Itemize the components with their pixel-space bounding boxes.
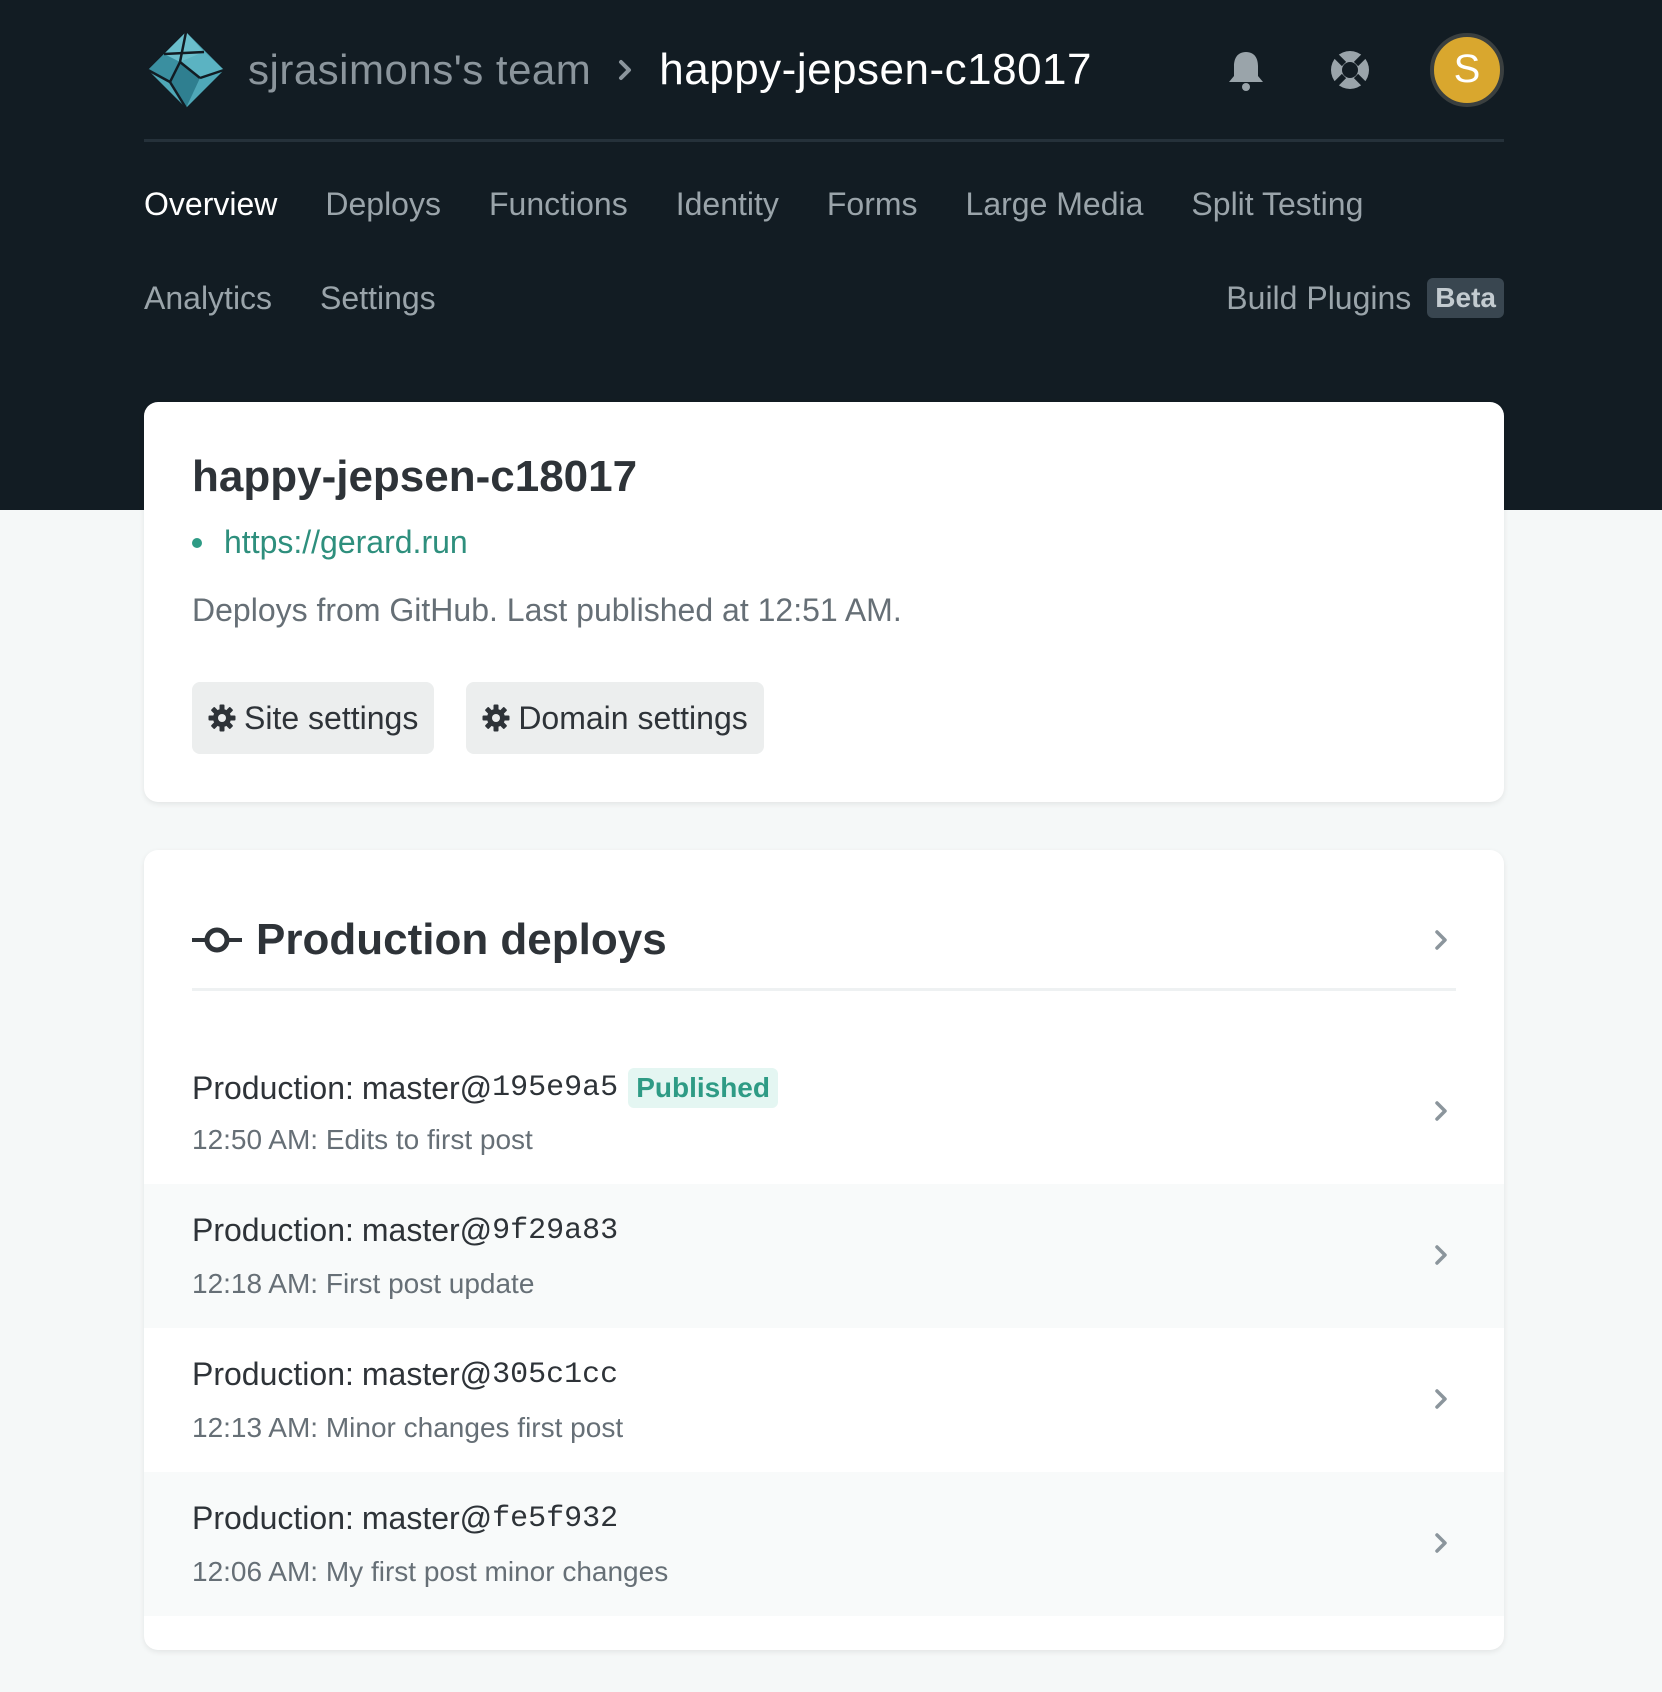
deploy-row[interactable]: Production: master@ 305c1cc 12:13 AM: Mi…: [144, 1328, 1504, 1472]
deploy-row[interactable]: Production: master@ 9f29a83 12:18 AM: Fi…: [144, 1184, 1504, 1328]
tab-settings[interactable]: Settings: [320, 280, 436, 317]
production-deploys-header[interactable]: Production deploys: [192, 892, 1456, 991]
netlify-logo-icon[interactable]: [144, 28, 228, 112]
chevron-right-icon: [1426, 1384, 1456, 1414]
deploy-sha: 305c1cc: [492, 1357, 619, 1392]
tab-large-media[interactable]: Large Media: [966, 186, 1144, 223]
tab-identity[interactable]: Identity: [676, 186, 779, 223]
deploy-message: 12:50 AM: Edits to first post: [192, 1124, 533, 1155]
deploy-context: Production:: [192, 1069, 354, 1106]
deploy-context: Production:: [192, 1500, 354, 1536]
site-nav-primary: Overview Deploys Functions Identity Form…: [144, 176, 1504, 232]
deploy-message: 12:13 AM: Minor changes first post: [192, 1412, 624, 1443]
deploy-context: Production:: [192, 1356, 354, 1392]
build-plugins-link[interactable]: Build Plugins Beta: [1226, 278, 1504, 318]
chevron-right-icon: [1426, 1240, 1456, 1270]
deploy-sha: 195e9a5: [492, 1071, 619, 1105]
chevron-right-icon: [1426, 1528, 1456, 1558]
avatar[interactable]: S: [1430, 32, 1504, 107]
tab-forms[interactable]: Forms: [827, 186, 918, 223]
deploy-message: 12:18 AM: First post update: [192, 1268, 535, 1299]
breadcrumb-site[interactable]: happy-jepsen-c18017: [659, 45, 1092, 95]
tab-split-testing[interactable]: Split Testing: [1191, 186, 1363, 223]
tab-build-plugins[interactable]: Build Plugins: [1226, 280, 1411, 317]
commit-icon: [192, 925, 242, 955]
tab-deploys[interactable]: Deploys: [325, 186, 441, 223]
status-dot-icon: [192, 537, 202, 548]
site-header: sjrasimons's team happy-jepsen-c18017 S: [144, 0, 1504, 142]
tab-functions[interactable]: Functions: [489, 186, 628, 223]
deploy-message: 12:06 AM: My first post minor changes: [192, 1556, 669, 1587]
production-deploys-card: Production deploys Production: master@ 1…: [144, 850, 1504, 1650]
published-badge: Published: [628, 1068, 778, 1108]
site-overview-card: happy-jepsen-c18017 https://gerard.run D…: [144, 402, 1504, 802]
deploy-row[interactable]: Production: master@ fe5f932 12:06 AM: My…: [144, 1472, 1504, 1616]
site-url-link[interactable]: https://gerard.run: [224, 524, 468, 561]
beta-badge: Beta: [1427, 278, 1504, 318]
tab-overview[interactable]: Overview: [144, 186, 277, 223]
chevron-right-icon: [1426, 1096, 1456, 1126]
domain-settings-label: Domain settings: [518, 699, 748, 736]
deploy-branch: master@: [361, 1069, 493, 1106]
deploy-branch: master@: [361, 1212, 493, 1248]
deploy-row[interactable]: Production: master@ 195e9a5 Published 12…: [144, 1040, 1504, 1184]
deploy-branch: master@: [361, 1356, 493, 1392]
deploy-list: Production: master@ 195e9a5 Published 12…: [144, 1040, 1504, 1616]
bell-icon[interactable]: [1222, 46, 1270, 94]
domain-settings-button[interactable]: Domain settings: [466, 682, 764, 754]
site-deploy-status: Deploys from GitHub. Last published at 1…: [192, 592, 902, 628]
lifebuoy-icon[interactable]: [1326, 46, 1374, 94]
deploy-sha: 9f29a83: [492, 1213, 619, 1248]
breadcrumb-team[interactable]: sjrasimons's team: [248, 46, 591, 94]
site-nav-secondary: Analytics Settings Build Plugins Beta: [144, 270, 1504, 326]
deploy-branch: master@: [361, 1500, 493, 1536]
deploy-sha: fe5f932: [492, 1501, 619, 1536]
gear-icon: [208, 703, 238, 733]
production-deploys-title: Production deploys: [256, 915, 667, 964]
chevron-right-icon: [603, 48, 647, 92]
chevron-right-icon[interactable]: [1426, 925, 1456, 955]
deploy-context: Production:: [192, 1212, 354, 1248]
tab-analytics[interactable]: Analytics: [144, 280, 272, 317]
site-url-row: https://gerard.run: [192, 524, 468, 561]
site-settings-button[interactable]: Site settings: [192, 682, 435, 754]
site-title: happy-jepsen-c18017: [192, 452, 638, 501]
gear-icon: [482, 703, 512, 733]
site-settings-label: Site settings: [244, 699, 419, 736]
